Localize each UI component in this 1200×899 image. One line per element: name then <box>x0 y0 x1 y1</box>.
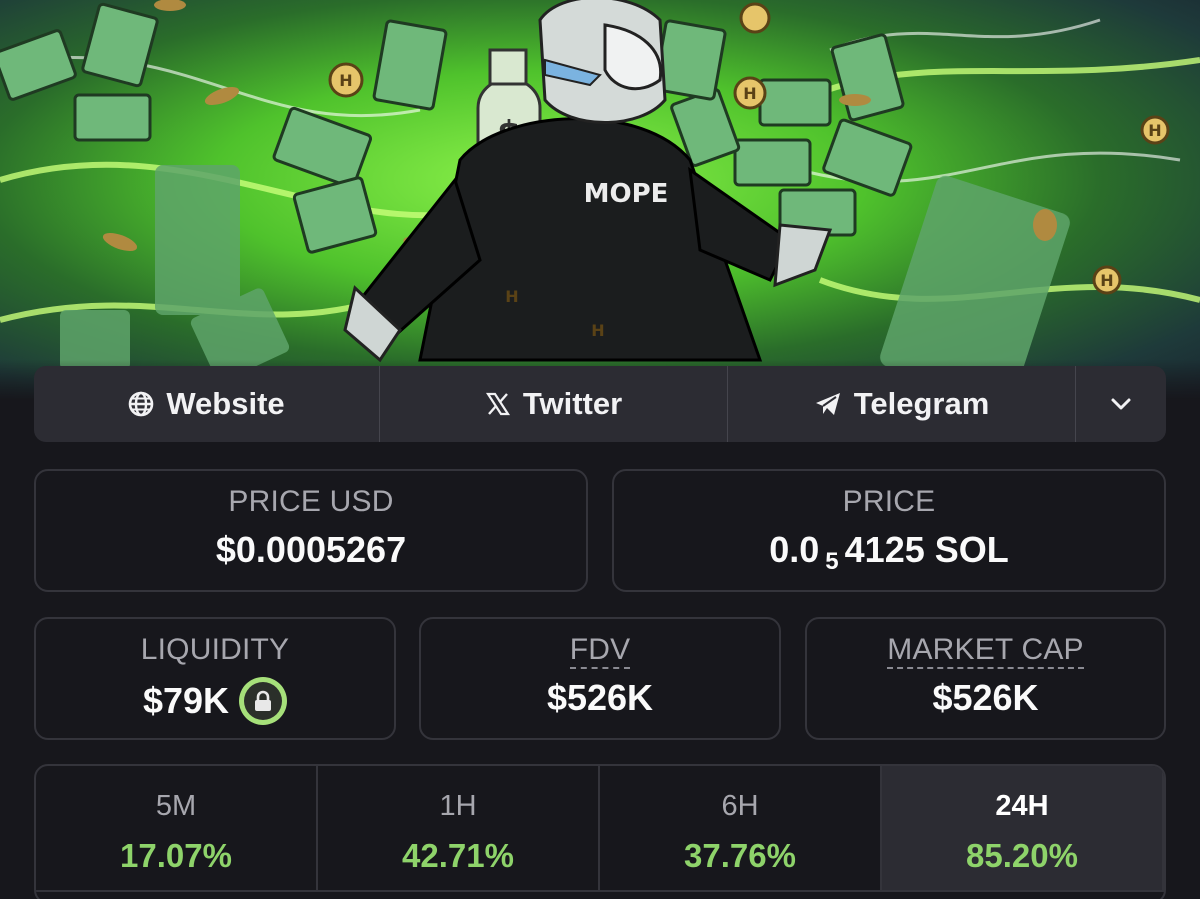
svg-text:H: H <box>505 287 518 306</box>
telegram-link[interactable]: Telegram <box>728 366 1076 442</box>
token-banner-image: $ MOPE H H H H H H <box>0 0 1200 400</box>
social-links-bar: Website Twitter Telegram <box>34 366 1166 442</box>
website-link[interactable]: Website <box>34 366 380 442</box>
price-sol-value-suffix: 4125 SOL <box>844 529 1009 570</box>
telegram-link-label: Telegram <box>853 386 990 421</box>
twitter-link[interactable]: Twitter <box>380 366 728 442</box>
timeframe-tabs: 5M 17.07% 1H 42.71% 6H 37.76% 24H 85.20% <box>34 764 1166 899</box>
market-cap-label[interactable]: MARKET CAP <box>887 633 1084 669</box>
tab-24h-label: 24H <box>995 790 1049 822</box>
svg-text:H: H <box>1100 271 1113 290</box>
tab-24h[interactable]: 24H 85.20% <box>882 766 1164 892</box>
liquidity-card: LIQUIDITY $79K <box>34 617 396 740</box>
svg-text:H: H <box>339 71 352 90</box>
tab-5m-change: 17.07% <box>120 837 232 874</box>
lock-icon[interactable] <box>239 677 288 725</box>
price-sol-zero-count: 5 <box>825 548 839 575</box>
tab-6h-change: 37.76% <box>684 837 796 874</box>
price-usd-value: $0.0005267 <box>215 529 407 570</box>
fdv-value: $526K <box>546 677 654 718</box>
globe-icon <box>128 391 154 417</box>
tab-5m[interactable]: 5M 17.07% <box>36 766 318 892</box>
svg-text:MOPE: MOPE <box>584 179 669 209</box>
svg-text:H: H <box>591 321 604 340</box>
price-sol-label: PRICE <box>842 485 936 518</box>
svg-text:H: H <box>1148 121 1161 140</box>
tab-1h-label: 1H <box>439 790 477 822</box>
website-link-label: Website <box>166 386 285 421</box>
tab-1h[interactable]: 1H 42.71% <box>318 766 600 892</box>
telegram-icon <box>814 391 842 417</box>
liquidity-label: LIQUIDITY <box>140 633 290 666</box>
price-usd-card: PRICE USD $0.0005267 <box>34 469 588 592</box>
svg-text:H: H <box>743 84 756 103</box>
banner-artwork: $ MOPE H H H H H H <box>0 0 1200 400</box>
tabs-divider <box>36 890 1164 899</box>
chevron-down-icon <box>1110 397 1132 411</box>
tab-6h[interactable]: 6H 37.76% <box>600 766 882 892</box>
tab-6h-label: 6H <box>721 790 759 822</box>
price-sol-card: PRICE 0.0 5 4125 SOL <box>612 469 1166 592</box>
twitter-link-label: Twitter <box>522 386 623 421</box>
x-logo-icon <box>485 391 511 417</box>
market-cap-card: MARKET CAP $526K <box>805 617 1166 740</box>
more-links-button[interactable] <box>1076 366 1166 442</box>
fdv-label[interactable]: FDV <box>569 633 631 669</box>
fdv-card: FDV $526K <box>419 617 781 740</box>
tab-5m-label: 5M <box>155 790 197 822</box>
tab-24h-change: 85.20% <box>966 837 1078 874</box>
tab-1h-change: 42.71% <box>402 837 514 874</box>
market-cap-value: $526K <box>932 677 1039 718</box>
price-usd-label: PRICE USD <box>228 485 394 518</box>
price-sol-value-prefix: 0.0 <box>769 529 820 570</box>
liquidity-value: $79K <box>142 680 230 721</box>
